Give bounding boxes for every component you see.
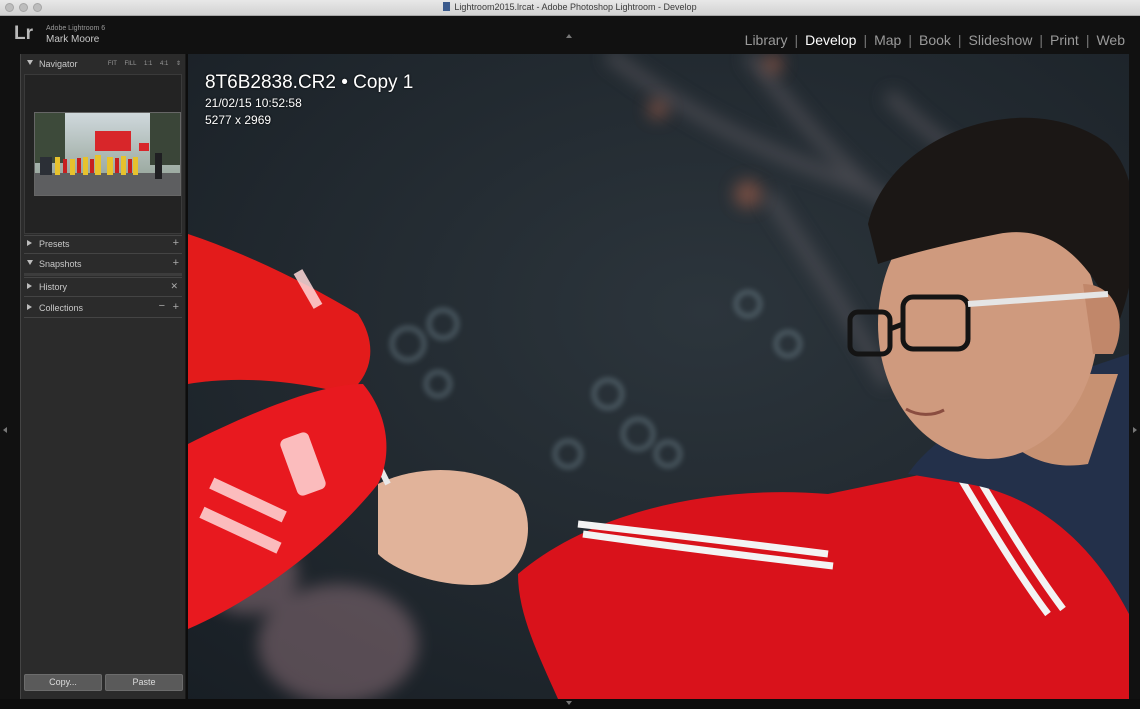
- panel-divider: [24, 296, 182, 297]
- navigator-label: Navigator: [39, 59, 78, 69]
- photo-filename: 8T6B2838.CR2 • Copy 1: [205, 72, 414, 93]
- module-map[interactable]: Map: [867, 32, 908, 48]
- collapsed-triangle-icon: [27, 304, 32, 310]
- navigator-zoom-options: FIT FILL 1:1 4:1 ⇕: [102, 60, 181, 67]
- user-name: Mark Moore: [46, 34, 100, 45]
- collapse-left-panel-icon[interactable]: [3, 427, 7, 433]
- history-label: History: [39, 282, 68, 292]
- photo-loupe-view[interactable]: 8T6B2838.CR2 • Copy 1 21/02/15 10:52:58 …: [188, 54, 1129, 699]
- collapsed-triangle-icon: [27, 240, 32, 246]
- left-panel: Navigator FIT FILL 1:1 4:1 ⇕ Presets + S…: [20, 54, 186, 699]
- window-titlebar: Lightroom2015.lrcat - Adobe Photoshop Li…: [0, 0, 1140, 16]
- app-version: Adobe Lightroom 6: [46, 25, 106, 32]
- expanded-triangle-icon: [27, 260, 33, 265]
- add-collection-icon[interactable]: +: [173, 301, 179, 313]
- window-title: Lightroom2015.lrcat - Adobe Photoshop Li…: [0, 2, 1140, 12]
- clear-history-icon[interactable]: ✕: [170, 281, 178, 292]
- expand-right-panel-icon[interactable]: [1133, 427, 1137, 433]
- snapshots-list: [24, 273, 182, 276]
- copy-button[interactable]: Copy...: [24, 674, 102, 691]
- expanded-triangle-icon: [27, 60, 33, 65]
- module-book[interactable]: Book: [912, 32, 958, 48]
- module-slideshow[interactable]: Slideshow: [962, 32, 1040, 48]
- identity-plate: Lr Adobe Lightroom 6 Mark Moore Library |…: [0, 16, 1140, 54]
- collapse-top-panel-icon[interactable]: [566, 34, 572, 38]
- navigator-preview[interactable]: [24, 74, 182, 234]
- panel-divider: [24, 317, 182, 318]
- window-title-text: Lightroom2015.lrcat - Adobe Photoshop Li…: [454, 2, 697, 12]
- presets-header[interactable]: Presets +: [21, 235, 185, 253]
- photo-image: [188, 54, 1129, 699]
- navigator-header[interactable]: Navigator FIT FILL 1:1 4:1 ⇕: [21, 55, 185, 73]
- navigator-thumbnail[interactable]: [34, 112, 181, 196]
- zoom-4-1-option[interactable]: 4:1: [160, 61, 168, 67]
- zoom-fill-option[interactable]: FILL: [124, 61, 136, 67]
- add-snapshot-icon[interactable]: +: [173, 257, 179, 269]
- document-icon: [443, 2, 451, 11]
- snapshots-label: Snapshots: [39, 259, 82, 269]
- history-header[interactable]: History ✕: [21, 278, 185, 296]
- module-develop[interactable]: Develop: [798, 32, 863, 48]
- panel-divider: [24, 253, 182, 254]
- add-preset-icon[interactable]: +: [173, 237, 179, 249]
- collapsed-triangle-icon: [27, 283, 32, 289]
- expand-filmstrip-icon[interactable]: [566, 701, 572, 705]
- paste-button[interactable]: Paste: [105, 674, 183, 691]
- module-library[interactable]: Library: [738, 32, 795, 48]
- snapshots-header[interactable]: Snapshots +: [21, 255, 185, 273]
- left-panel-edge: [0, 54, 20, 699]
- module-print[interactable]: Print: [1043, 32, 1086, 48]
- collections-label: Collections: [39, 303, 84, 313]
- photo-dimensions: 5277 x 2969: [205, 113, 272, 127]
- lightroom-logo: Lr: [14, 23, 33, 44]
- remove-collection-icon[interactable]: −: [159, 300, 165, 312]
- right-panel-edge: [1129, 54, 1140, 699]
- photo-capture-date: 21/02/15 10:52:58: [205, 96, 302, 110]
- presets-label: Presets: [39, 239, 70, 249]
- zoom-1-1-option[interactable]: 1:1: [144, 61, 152, 67]
- photo-info-overlay: 8T6B2838.CR2 • Copy 1 21/02/15 10:52:58 …: [205, 72, 413, 128]
- zoom-menu-icon[interactable]: ⇕: [176, 61, 181, 67]
- module-picker: Library | Develop | Map | Book | Slideshow | …: [738, 32, 1132, 48]
- zoom-fit-option[interactable]: FIT: [108, 61, 117, 67]
- module-web[interactable]: Web: [1089, 32, 1132, 48]
- collections-header[interactable]: Collections − +: [21, 299, 185, 317]
